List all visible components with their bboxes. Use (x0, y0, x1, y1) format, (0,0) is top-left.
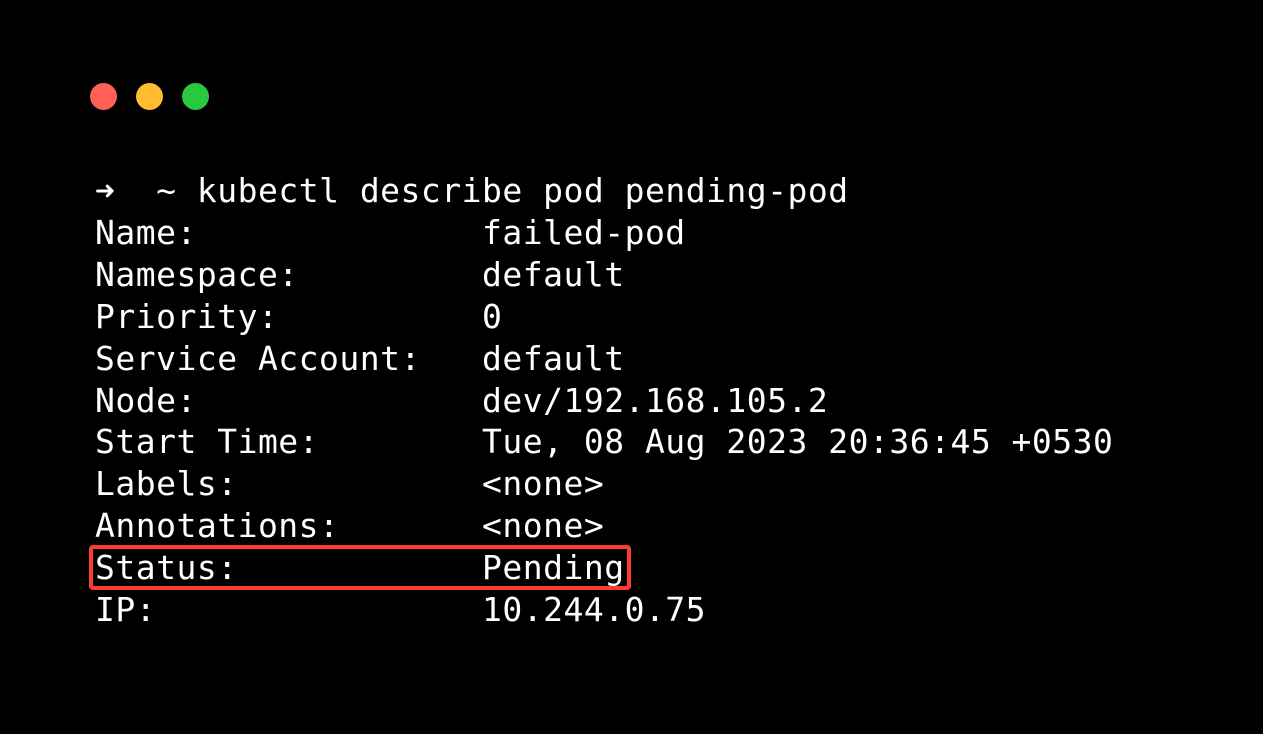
field-value-status: Pending (482, 548, 625, 587)
close-icon[interactable] (90, 83, 117, 110)
prompt-tilde: ~ (156, 171, 176, 210)
zoom-icon[interactable] (182, 83, 209, 110)
window-traffic-lights (0, 0, 1263, 110)
field-label: Annotations: (95, 506, 339, 545)
field-label-status: Status: (95, 548, 238, 587)
field-label: Namespace: (95, 255, 299, 294)
field-value: dev/192.168.105.2 (482, 381, 828, 420)
field-value: <none> (482, 506, 604, 545)
terminal-output[interactable]: ➜ ~ kubectl describe pod pending-pod Nam… (0, 110, 1263, 631)
field-label: Priority: (95, 297, 278, 336)
field-value: <none> (482, 464, 604, 503)
field-label: Service Account: (95, 339, 421, 378)
field-label: Node: (95, 381, 197, 420)
field-value: 0 (482, 297, 502, 336)
prompt-command: kubectl describe pod pending-pod (197, 171, 849, 210)
field-label: Labels: (95, 464, 238, 503)
field-value: failed-pod (482, 213, 686, 252)
field-label: IP: (95, 590, 156, 629)
prompt-arrow: ➜ (95, 171, 115, 210)
field-value: Tue, 08 Aug 2023 20:36:45 +0530 (482, 422, 1113, 461)
minimize-icon[interactable] (136, 83, 163, 110)
field-value: 10.244.0.75 (482, 590, 706, 629)
field-label: Name: (95, 213, 197, 252)
field-value: default (482, 255, 625, 294)
field-label: Start Time: (95, 422, 319, 461)
field-value: default (482, 339, 625, 378)
